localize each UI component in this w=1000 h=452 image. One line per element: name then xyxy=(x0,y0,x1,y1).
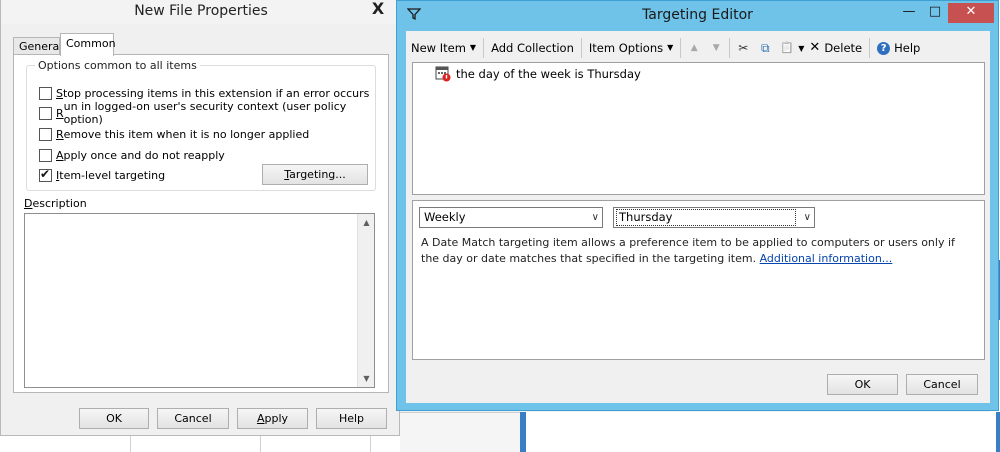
button-label: pply xyxy=(264,412,289,425)
option-stop-processing[interactable]: Stop processing items in this extension … xyxy=(39,85,369,101)
button-mnemonic: A xyxy=(256,412,265,425)
minimize-button[interactable]: — xyxy=(896,3,922,23)
run-in-user-context-checkbox[interactable] xyxy=(39,106,52,120)
match-type-select[interactable]: Weekly ∨ xyxy=(419,207,603,228)
new-item-menu[interactable]: New Item ▼ xyxy=(406,37,481,59)
tree-item[interactable]: the day of the week is Thursday xyxy=(435,65,641,83)
scroll-up-arrow-icon[interactable]: ▲ xyxy=(358,214,375,231)
paste-icon[interactable]: 📋 xyxy=(776,37,798,59)
background-window-content xyxy=(526,412,996,452)
cut-icon[interactable]: ✂ xyxy=(732,37,754,59)
dropdown-caret-icon: ▼ xyxy=(667,43,674,52)
option-label: emove this item when it is no longer app… xyxy=(63,127,310,141)
menu-label: Item Options xyxy=(588,41,664,55)
option-mnemonic: A xyxy=(56,148,64,162)
help-button[interactable]: ? Help xyxy=(872,37,925,59)
delete-icon: ✕ xyxy=(809,40,821,55)
button-label: argeting... xyxy=(289,168,346,181)
item-level-targeting-checkbox[interactable] xyxy=(39,167,52,182)
remove-item-checkbox[interactable] xyxy=(39,127,52,141)
maximize-button[interactable]: □ xyxy=(922,3,948,23)
delete-button[interactable]: ✕ Delete xyxy=(807,37,867,59)
paste-dropdown-icon[interactable]: ▼ xyxy=(798,44,804,53)
option-label: pply once and do not reapply xyxy=(63,148,225,162)
close-button[interactable]: X xyxy=(363,0,393,20)
options-group: Options common to all items Stop process… xyxy=(26,59,376,191)
button-label: Help xyxy=(894,41,921,55)
targeting-editor-window: Targeting Editor — □ ✕ New Item ▼ Add Col… xyxy=(396,0,999,411)
stop-processing-checkbox[interactable] xyxy=(39,86,52,100)
title-bar: New File Properties X xyxy=(1,0,399,24)
add-collection-button[interactable]: Add Collection xyxy=(486,37,579,59)
ok-button[interactable]: OK xyxy=(827,374,898,395)
option-mnemonic: S xyxy=(56,86,63,100)
scroll-down-arrow-icon[interactable]: ▼ xyxy=(358,370,375,387)
button-label: Delete xyxy=(824,41,863,55)
tab-common[interactable]: Common xyxy=(60,33,116,56)
option-remove-item[interactable]: Remove this item when it is no longer ap… xyxy=(39,126,309,142)
calendar-icon xyxy=(435,66,451,82)
option-label: top processing items in this extension i… xyxy=(62,86,370,100)
toolbar-separator xyxy=(680,38,682,58)
option-label: un in logged-on user's security context … xyxy=(63,100,347,126)
item-options-menu[interactable]: Item Options ▼ xyxy=(584,37,678,59)
select-value: Weekly xyxy=(424,210,466,224)
targeting-items-tree[interactable]: the day of the week is Thursday xyxy=(412,62,985,195)
common-tab-panel: Options common to all items Stop process… xyxy=(13,54,389,393)
toolbar-separator xyxy=(483,38,485,58)
ok-button[interactable]: OK xyxy=(79,408,149,429)
cancel-button[interactable]: Cancel xyxy=(157,408,229,429)
editor-toolbar: New Item ▼ Add Collection Item Options ▼ ▲… xyxy=(406,35,990,61)
option-run-in-user-context[interactable]: Run in logged-on user's security context… xyxy=(39,100,375,126)
new-file-properties-dialog: New File Properties X General Common Opt… xyxy=(0,0,400,436)
item-detail-panel: Weekly ∨ Thursday ∨ A Date Match targeti… xyxy=(412,200,985,360)
dialog-title: New File Properties xyxy=(134,3,268,19)
tree-item-label: the day of the week is Thursday xyxy=(456,67,641,81)
chevron-down-icon: ∨ xyxy=(591,212,599,223)
description-textarea[interactable]: ▲ ▼ xyxy=(24,213,375,388)
option-apply-once[interactable]: Apply once and do not reapply xyxy=(39,147,225,163)
move-up-icon[interactable]: ▲ xyxy=(683,37,705,59)
dropdown-caret-icon: ▼ xyxy=(469,43,477,52)
cancel-button[interactable]: Cancel xyxy=(906,374,978,395)
title-bar: Targeting Editor — □ ✕ xyxy=(397,1,998,29)
copy-icon[interactable]: ⧉ xyxy=(754,37,776,59)
additional-information-link[interactable]: Additional information... xyxy=(760,252,893,265)
apply-once-checkbox[interactable] xyxy=(39,148,52,162)
menu-label: New Item xyxy=(411,41,466,55)
toolbar-separator xyxy=(580,38,582,58)
item-description: A Date Match targeting item allows a pre… xyxy=(421,235,971,267)
option-mnemonic: R xyxy=(56,106,64,120)
help-icon: ? xyxy=(877,41,891,55)
move-down-icon[interactable]: ▼ xyxy=(705,37,727,59)
day-of-week-select[interactable]: Thursday ∨ xyxy=(613,207,815,228)
option-item-level-targeting[interactable]: Item-level targeting xyxy=(39,167,165,183)
close-button[interactable]: ✕ xyxy=(948,3,994,23)
options-group-title: Options common to all items xyxy=(35,59,200,72)
chevron-down-icon: ∨ xyxy=(803,212,811,223)
select-value: Thursday xyxy=(616,209,796,226)
toolbar-separator xyxy=(729,38,731,58)
description-scrollbar[interactable]: ▲ ▼ xyxy=(357,214,374,387)
editor-body: New Item ▼ Add Collection Item Options ▼ ▲… xyxy=(406,31,990,403)
apply-button[interactable]: Apply xyxy=(237,408,308,429)
targeting-button[interactable]: Targeting... xyxy=(262,164,368,185)
option-label: tem-level targeting xyxy=(59,168,166,182)
description-label: Description xyxy=(24,197,87,210)
option-mnemonic: R xyxy=(56,127,64,141)
label-text: escription xyxy=(32,197,87,210)
toolbar-separator xyxy=(869,38,871,58)
tab-general[interactable]: General xyxy=(13,37,62,55)
help-button[interactable]: Help xyxy=(316,408,387,429)
